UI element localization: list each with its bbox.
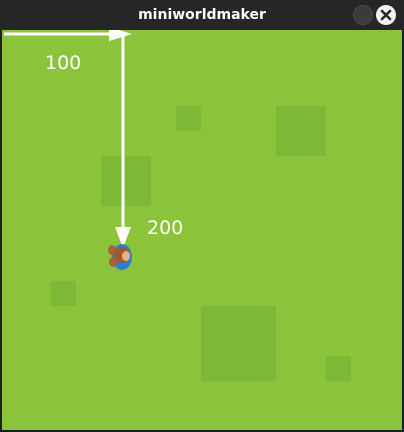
close-icon: [380, 9, 392, 21]
player-topdown-icon: [108, 244, 132, 270]
arrow-overlay: [4, 30, 132, 270]
window-title: miniworldmaker: [138, 7, 266, 23]
world-canvas[interactable]: 100 200: [2, 30, 402, 430]
app-window: miniworldmaker 100 200: [0, 0, 404, 432]
y-arrow: [115, 34, 131, 248]
close-button[interactable]: [376, 5, 396, 25]
minimize-button[interactable]: [353, 5, 373, 25]
x-arrow: [4, 30, 132, 41]
title-bar[interactable]: miniworldmaker: [0, 0, 404, 30]
